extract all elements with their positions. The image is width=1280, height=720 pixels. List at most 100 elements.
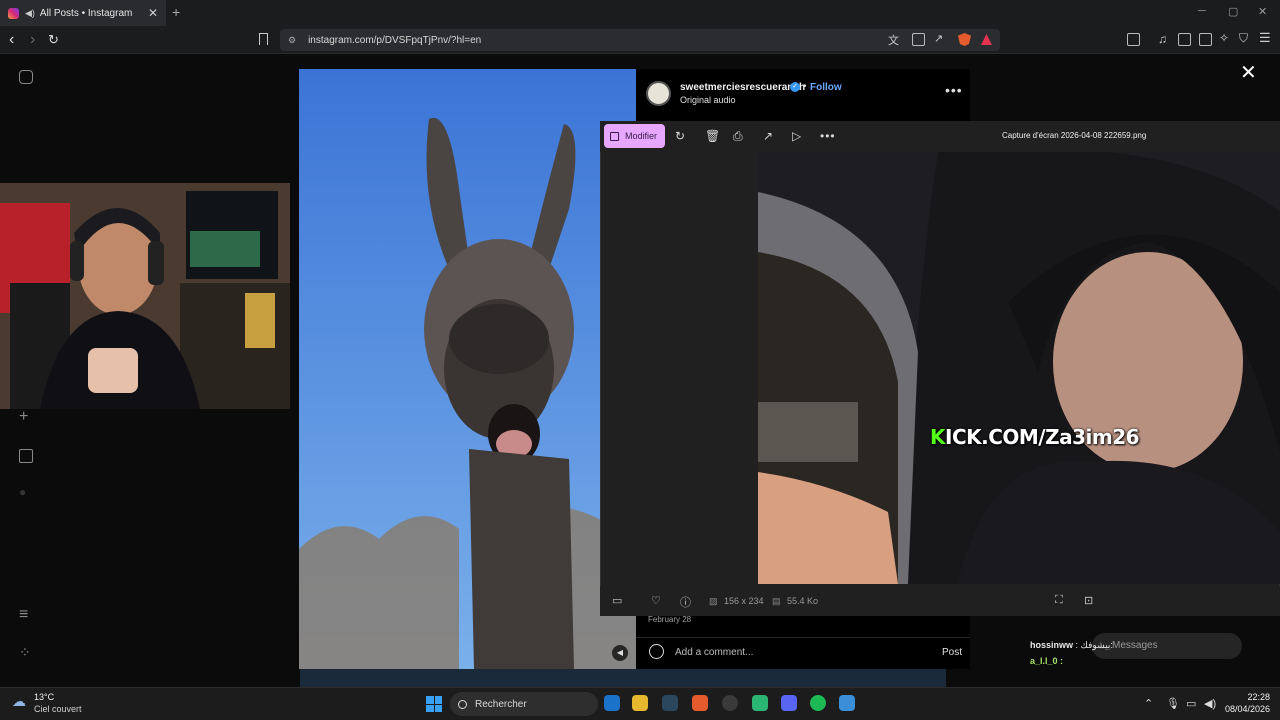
close-tab-icon[interactable]: ✕ xyxy=(148,6,158,20)
speaker-icon[interactable]: ◀) xyxy=(25,8,35,19)
wallet-icon[interactable] xyxy=(1199,33,1212,46)
mute-audio-icon[interactable]: ◀ xyxy=(612,645,628,661)
tab-title: All Posts • Instagram xyxy=(39,7,133,19)
share-image-icon[interactable]: ↗ xyxy=(763,129,773,143)
rotate-icon[interactable]: ↻ xyxy=(675,129,685,143)
maximize-icon[interactable]: ▢ xyxy=(1228,5,1238,18)
translate-icon[interactable]: 文 xyxy=(888,32,899,48)
edge-icon[interactable] xyxy=(604,695,620,711)
green-app-icon[interactable] xyxy=(752,695,768,711)
split-view-icon[interactable] xyxy=(1178,33,1191,46)
leo-ai-icon[interactable]: ✧ xyxy=(1219,31,1229,45)
more-options-icon[interactable]: ••• xyxy=(945,82,963,98)
audio-link[interactable]: Original audio xyxy=(680,95,736,105)
viewer-status-bar xyxy=(600,586,1280,616)
file-size-icon: ▤ xyxy=(772,596,781,606)
actual-size-icon[interactable]: ⊡ xyxy=(1084,594,1093,607)
back-icon[interactable]: ‹ xyxy=(9,31,14,49)
viewer-image[interactable] xyxy=(758,152,1280,584)
microphone-icon[interactable]: 🎙 xyxy=(1166,697,1180,710)
minimize-icon[interactable]: ─ xyxy=(1198,5,1206,17)
stream-bottom-strip xyxy=(300,669,946,687)
post-image[interactable] xyxy=(299,69,636,669)
obs-icon[interactable] xyxy=(722,695,738,711)
delete-icon[interactable]: 🗑 xyxy=(705,129,720,143)
viewer-toolbar xyxy=(600,121,1280,152)
reload-icon[interactable]: ↻ xyxy=(48,32,59,48)
threads-icon[interactable]: ● xyxy=(19,485,26,499)
spotify-icon[interactable] xyxy=(810,695,826,711)
weather-temperature[interactable]: 13°C xyxy=(34,692,54,702)
instagram-logo-icon[interactable] xyxy=(19,70,33,84)
more-menu-icon[interactable]: ≡ xyxy=(19,606,28,624)
url-text: instagram.com/p/DVSFpqTjPnv/?hl=en xyxy=(308,34,482,46)
post-comment-button[interactable]: Post xyxy=(942,647,962,658)
viewer-more-icon[interactable]: ••• xyxy=(820,129,836,143)
close-window-icon[interactable]: ✕ xyxy=(1258,5,1267,18)
search-icon xyxy=(458,699,467,709)
messages-button[interactable]: Messages xyxy=(1092,633,1242,659)
new-tab-button[interactable]: + xyxy=(172,4,180,20)
tab-bar xyxy=(0,0,1280,26)
chat-text: بيشوفك: xyxy=(1080,640,1113,650)
image-dimensions: 156 x 234 xyxy=(724,596,764,606)
tray-overflow-icon[interactable]: ⌃ xyxy=(1144,697,1153,710)
filmstrip-icon[interactable]: ▭ xyxy=(612,594,622,607)
avatar[interactable] xyxy=(646,81,671,106)
instagram-favicon-icon xyxy=(8,7,19,19)
chat-message: hossinww : بيشوفك: xyxy=(1030,640,1113,650)
site-info-icon[interactable]: ⚙ xyxy=(288,35,296,46)
post-date: February 28 xyxy=(648,615,692,624)
screenshot-photo xyxy=(758,152,1280,584)
music-icon[interactable]: ♫ xyxy=(1158,32,1167,46)
cast-icon[interactable] xyxy=(912,33,925,46)
brave-taskbar-icon[interactable] xyxy=(692,695,708,711)
follow-button[interactable]: Follow xyxy=(810,82,842,93)
bookmark-icon[interactable] xyxy=(259,33,268,45)
network-icon[interactable]: ▭ xyxy=(1186,697,1196,710)
verified-badge-icon: ✓ xyxy=(790,82,800,92)
fit-to-window-icon[interactable]: ⛶ xyxy=(1055,594,1063,607)
kick-k-letter: K xyxy=(930,425,946,449)
close-post-icon[interactable]: ✕ xyxy=(1240,60,1257,85)
discord-icon[interactable] xyxy=(781,695,797,711)
search-label: Rechercher xyxy=(475,698,527,710)
also-from-meta-icon[interactable]: ⁘ xyxy=(19,644,31,661)
volume-icon[interactable]: ◀) xyxy=(1204,697,1216,710)
slideshow-icon[interactable]: ▷ xyxy=(792,129,801,143)
edit-button[interactable]: Modifier xyxy=(604,124,665,148)
dimensions-icon: ▨ xyxy=(709,596,718,606)
clock-time[interactable]: 22:28 xyxy=(1232,692,1270,702)
brave-shields-icon[interactable] xyxy=(958,33,971,46)
kick-watermark: KICK.COM/Za3im26 xyxy=(930,425,1140,449)
comment-input[interactable]: Add a comment... xyxy=(675,647,753,658)
print-icon[interactable]: ⎙ xyxy=(733,129,743,144)
chat-username: hossinww xyxy=(1030,640,1074,650)
edit-button-label: Modifier xyxy=(625,131,658,141)
viewer-filename: Capture d'écran 2026-04-08 222659.png xyxy=(1002,131,1147,140)
menu-icon[interactable]: ☰ xyxy=(1259,30,1271,46)
file-size: 55.4 Ko xyxy=(787,596,819,606)
weather-icon[interactable]: ☁ xyxy=(12,693,26,710)
post-username[interactable]: sweetmerciesrescueranch xyxy=(680,82,805,93)
steam-icon[interactable] xyxy=(662,695,678,711)
clock-date[interactable]: 08/04/2026 xyxy=(1222,704,1270,714)
webcam-image xyxy=(0,183,290,409)
sidebar-panel-icon[interactable] xyxy=(1127,33,1140,46)
weather-description[interactable]: Ciel couvert xyxy=(34,704,82,714)
webcam-overlay xyxy=(0,183,290,409)
forward-icon[interactable]: › xyxy=(30,31,35,49)
start-button-icon[interactable] xyxy=(426,696,442,712)
tab-instagram[interactable]: ◀) All Posts • Instagram ✕ xyxy=(0,0,166,26)
create-icon[interactable]: + xyxy=(19,408,28,426)
favorite-icon[interactable]: ♡ xyxy=(651,594,661,607)
photos-icon[interactable] xyxy=(839,695,855,711)
taskbar-search[interactable]: Rechercher xyxy=(450,692,598,716)
share-icon[interactable]: ↗ xyxy=(934,32,943,45)
emoji-icon[interactable] xyxy=(649,644,664,659)
file-info-icon[interactable]: ⓘ xyxy=(680,594,691,610)
edit-pen-icon xyxy=(610,131,619,141)
dashboard-icon[interactable] xyxy=(19,449,33,463)
file-explorer-icon[interactable] xyxy=(632,695,648,711)
vpn-shield-icon[interactable]: ⛉ xyxy=(1239,31,1248,46)
